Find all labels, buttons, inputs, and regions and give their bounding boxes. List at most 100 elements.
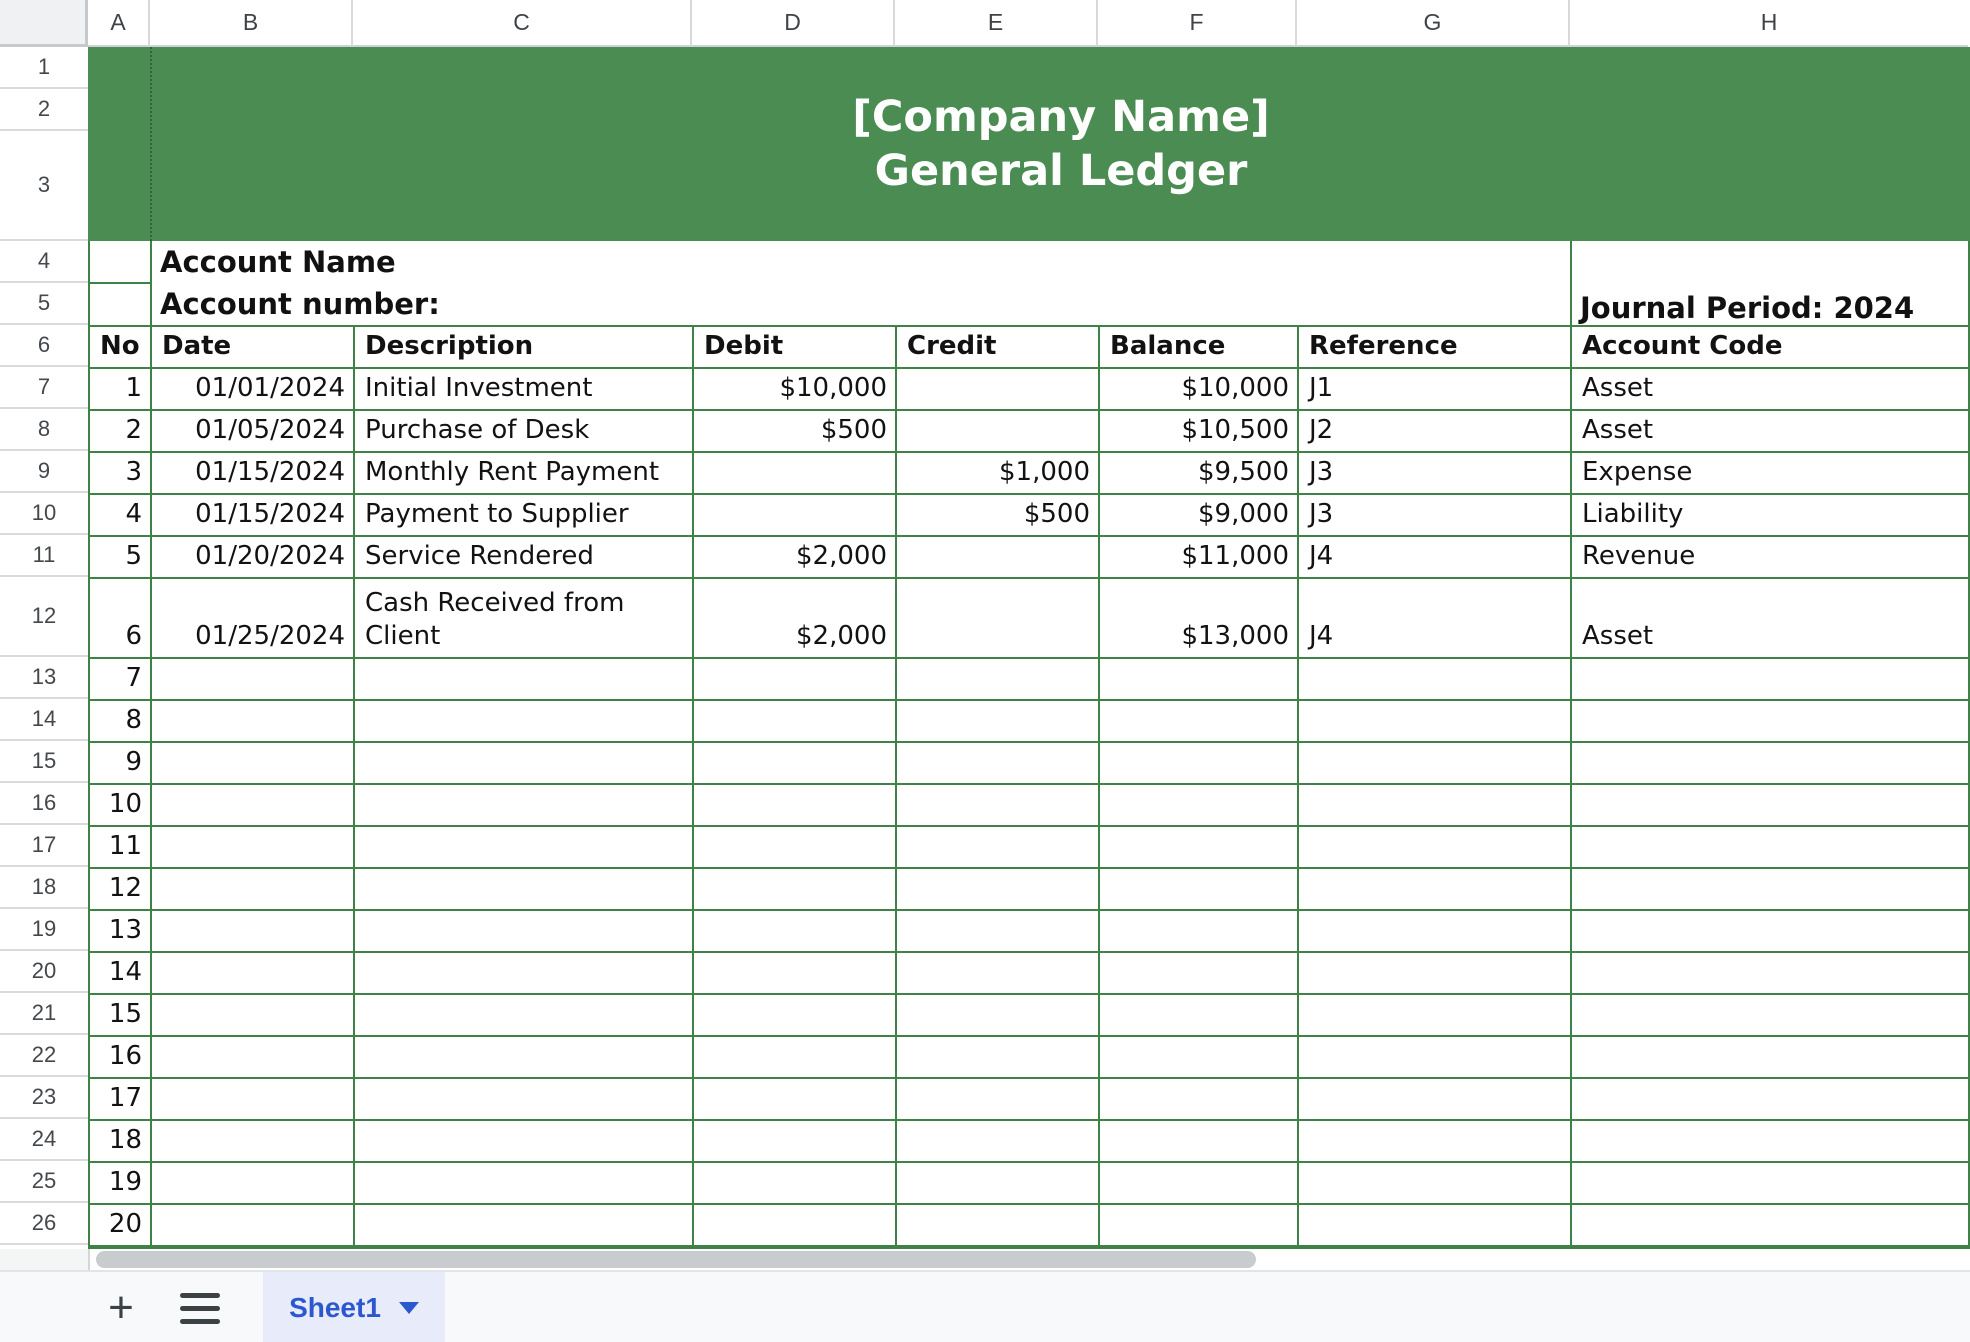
cell-description[interactable]: Initial Investment xyxy=(355,369,694,411)
cell-balance[interactable]: $10,500 xyxy=(1100,411,1299,453)
cell-credit[interactable] xyxy=(897,411,1100,453)
cell-debit[interactable] xyxy=(694,869,897,911)
cell-description[interactable] xyxy=(355,995,694,1037)
cell-date[interactable]: 01/15/2024 xyxy=(152,453,355,495)
cell-description[interactable]: Cash Received from Client xyxy=(355,579,694,659)
cell-account-code[interactable]: Revenue xyxy=(1572,537,1970,579)
cell-journal-reference[interactable] xyxy=(1299,1079,1572,1121)
cell-journal-reference[interactable]: J2 xyxy=(1299,411,1572,453)
cell-no[interactable]: 20 xyxy=(90,1205,152,1247)
cell-description[interactable]: Purchase of Desk xyxy=(355,411,694,453)
cell-no[interactable]: 4 xyxy=(90,495,152,537)
cell-credit[interactable] xyxy=(897,911,1100,953)
cell-date[interactable] xyxy=(152,1079,355,1121)
cell-description[interactable] xyxy=(355,869,694,911)
cell-credit[interactable] xyxy=(897,1079,1100,1121)
cell-credit[interactable] xyxy=(897,537,1100,579)
cell-account-code[interactable]: Asset xyxy=(1572,411,1970,453)
cell-balance[interactable] xyxy=(1100,827,1299,869)
cell-debit[interactable] xyxy=(694,743,897,785)
cell-credit[interactable] xyxy=(897,953,1100,995)
cell-no[interactable]: 3 xyxy=(90,453,152,495)
cell-balance[interactable] xyxy=(1100,869,1299,911)
cell-date[interactable] xyxy=(152,911,355,953)
cell-balance[interactable]: $13,000 xyxy=(1100,579,1299,659)
cell-credit[interactable]: $1,000 xyxy=(897,453,1100,495)
account-name-cell[interactable]: Account Name xyxy=(88,241,1970,283)
cell-no[interactable]: 17 xyxy=(90,1079,152,1121)
cell-account-code[interactable]: Asset xyxy=(1572,579,1970,659)
cell-date[interactable] xyxy=(152,869,355,911)
cell-credit[interactable] xyxy=(897,579,1100,659)
cell-account-code[interactable] xyxy=(1572,827,1970,869)
cell-account-code[interactable] xyxy=(1572,911,1970,953)
cell-no[interactable]: 18 xyxy=(90,1121,152,1163)
cell-debit[interactable] xyxy=(694,1205,897,1247)
column-header-c[interactable]: C xyxy=(353,0,692,47)
cell-date[interactable] xyxy=(152,785,355,827)
column-header-d[interactable]: D xyxy=(692,0,895,47)
cell-journal-reference[interactable] xyxy=(1299,743,1572,785)
cell-description[interactable] xyxy=(355,1037,694,1079)
cell-date[interactable] xyxy=(152,1121,355,1163)
row-header[interactable]: 2 xyxy=(0,89,88,131)
cell-no[interactable]: 13 xyxy=(90,911,152,953)
cell-account-code[interactable] xyxy=(1572,1163,1970,1205)
row-header[interactable]: 11 xyxy=(0,535,88,577)
cell-debit[interactable] xyxy=(694,1163,897,1205)
row-header[interactable]: 6 xyxy=(0,325,88,367)
cell-debit[interactable]: $2,000 xyxy=(694,579,897,659)
horizontal-scrollbar-track[interactable] xyxy=(0,1249,1970,1270)
cell-balance[interactable] xyxy=(1100,785,1299,827)
cell-balance[interactable] xyxy=(1100,1121,1299,1163)
cell-description[interactable] xyxy=(355,743,694,785)
cell-debit[interactable] xyxy=(694,1037,897,1079)
cell-account-code[interactable] xyxy=(1572,1121,1970,1163)
cell-no[interactable]: 14 xyxy=(90,953,152,995)
cell-journal-reference[interactable] xyxy=(1299,1163,1572,1205)
row-header[interactable]: 12 xyxy=(0,577,88,657)
cell-account-code[interactable]: Asset xyxy=(1572,369,1970,411)
row-header[interactable]: 3 xyxy=(0,131,88,241)
cell-balance[interactable] xyxy=(1100,1037,1299,1079)
cell-debit[interactable]: $2,000 xyxy=(694,537,897,579)
cell-no[interactable]: 2 xyxy=(90,411,152,453)
header-balance[interactable]: Balance xyxy=(1100,327,1299,369)
row-header[interactable]: 23 xyxy=(0,1077,88,1119)
cell-debit[interactable] xyxy=(694,701,897,743)
title-banner-cell[interactable]: [Company Name] General Ledger xyxy=(88,47,1970,241)
cell-account-code[interactable] xyxy=(1572,869,1970,911)
cell-credit[interactable] xyxy=(897,659,1100,701)
cell-debit[interactable] xyxy=(694,1079,897,1121)
cell-no[interactable]: 5 xyxy=(90,537,152,579)
journal-period-cell[interactable]: Journal Period: 2024 xyxy=(1580,283,1914,329)
select-all-corner[interactable] xyxy=(0,0,88,47)
row-header[interactable]: 22 xyxy=(0,1035,88,1077)
cell-description[interactable] xyxy=(355,827,694,869)
all-sheets-button[interactable] xyxy=(180,1285,220,1331)
header-debit[interactable]: Debit xyxy=(694,327,897,369)
cell-credit[interactable] xyxy=(897,1037,1100,1079)
cell-journal-reference[interactable]: J1 xyxy=(1299,369,1572,411)
cell-account-code[interactable] xyxy=(1572,1079,1970,1121)
cell-journal-reference[interactable] xyxy=(1299,1205,1572,1247)
cell-debit[interactable]: $10,000 xyxy=(694,369,897,411)
cell-account-code[interactable] xyxy=(1572,785,1970,827)
cell-balance[interactable] xyxy=(1100,659,1299,701)
cell-credit[interactable] xyxy=(897,701,1100,743)
cell-date[interactable]: 01/25/2024 xyxy=(152,579,355,659)
cell-account-code[interactable] xyxy=(1572,701,1970,743)
cell-debit[interactable] xyxy=(694,659,897,701)
cell-journal-reference[interactable] xyxy=(1299,785,1572,827)
cell-journal-reference[interactable]: J3 xyxy=(1299,453,1572,495)
cell-journal-reference[interactable]: J4 xyxy=(1299,579,1572,659)
cell-debit[interactable] xyxy=(694,827,897,869)
cell-credit[interactable] xyxy=(897,369,1100,411)
header-no[interactable]: No xyxy=(90,327,152,369)
cell-balance[interactable] xyxy=(1100,953,1299,995)
cell-debit[interactable] xyxy=(694,911,897,953)
cell-date[interactable] xyxy=(152,1205,355,1247)
column-header-h[interactable]: H xyxy=(1570,0,1968,47)
cell-no[interactable]: 19 xyxy=(90,1163,152,1205)
cell-description[interactable] xyxy=(355,1121,694,1163)
